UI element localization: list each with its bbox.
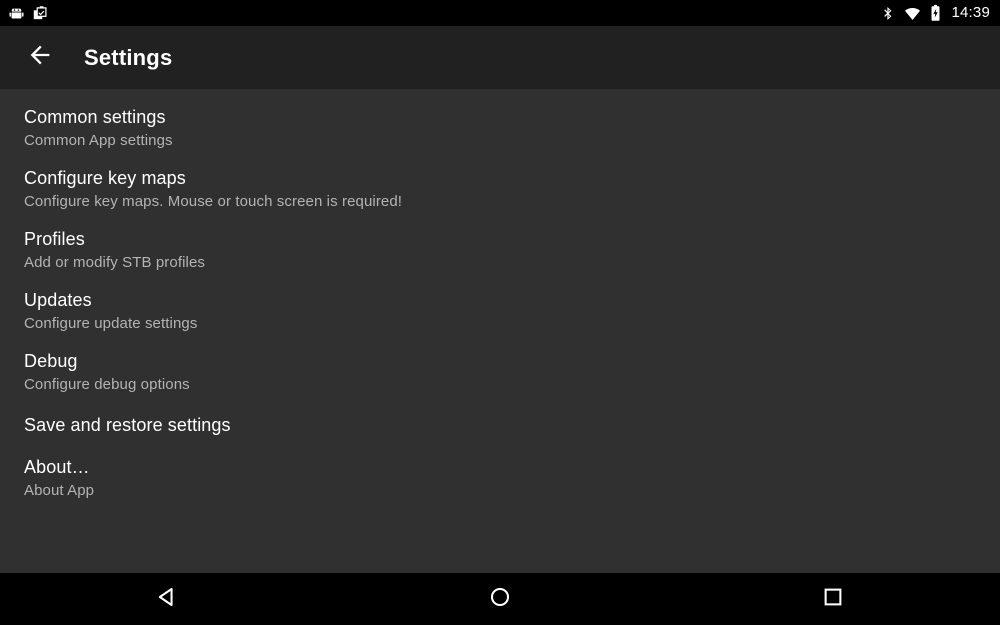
system-navigation-bar [0, 573, 1000, 625]
preference-title: Common settings [24, 107, 166, 127]
battery-charging-icon [929, 4, 942, 22]
back-nav-button[interactable] [112, 573, 222, 625]
status-bar: 14:39 [0, 0, 1000, 26]
toolbar-back-button[interactable] [12, 30, 68, 86]
status-bar-notification-icons [8, 0, 49, 26]
preference-item-about[interactable]: About… About App [0, 448, 1000, 509]
preference-item-updates[interactable]: Updates Configure update settings [0, 281, 1000, 342]
circle-home-icon [487, 584, 513, 615]
status-bar-clock: 14:39 [951, 4, 990, 21]
bluetooth-icon [880, 5, 896, 22]
android-robot-icon [8, 5, 25, 22]
preference-summary: Add or modify STB profiles [24, 254, 206, 271]
preference-summary: Configure debug options [24, 376, 190, 393]
preference-title: Profiles [24, 229, 85, 249]
preference-title: About… [24, 457, 90, 477]
preference-title: Save and restore settings [24, 415, 231, 435]
preference-summary: Configure update settings [24, 315, 198, 332]
page-title: Settings [84, 44, 173, 70]
preference-item-debug[interactable]: Debug Configure debug options [0, 342, 1000, 403]
preference-item-common-settings[interactable]: Common settings Common App settings [0, 98, 1000, 159]
preference-title: Configure key maps [24, 168, 186, 188]
preference-summary: Common App settings [24, 132, 173, 149]
wifi-icon [903, 5, 922, 22]
home-nav-button[interactable] [445, 573, 555, 625]
clipboard-check-icon [32, 5, 49, 22]
square-recents-icon [820, 584, 846, 615]
arrow-back-icon [26, 41, 54, 74]
preference-list: Common settings Common App settings Conf… [0, 89, 1000, 573]
triangle-back-icon [154, 584, 180, 615]
preference-item-configure-key-maps[interactable]: Configure key maps Configure key maps. M… [0, 159, 1000, 220]
settings-screen: 14:39 Settings Common settings Common Ap… [0, 0, 1000, 625]
preference-item-save-and-restore-settings[interactable]: Save and restore settings [0, 403, 1000, 448]
preference-title: Updates [24, 290, 92, 310]
recents-nav-button[interactable] [778, 573, 888, 625]
preference-item-profiles[interactable]: Profiles Add or modify STB profiles [0, 220, 1000, 281]
app-toolbar: Settings [0, 26, 1000, 89]
preference-title: Debug [24, 351, 78, 371]
status-bar-system-icons: 14:39 [880, 0, 992, 26]
preference-summary: Configure key maps. Mouse or touch scree… [24, 193, 403, 210]
preference-summary: About App [24, 482, 95, 499]
